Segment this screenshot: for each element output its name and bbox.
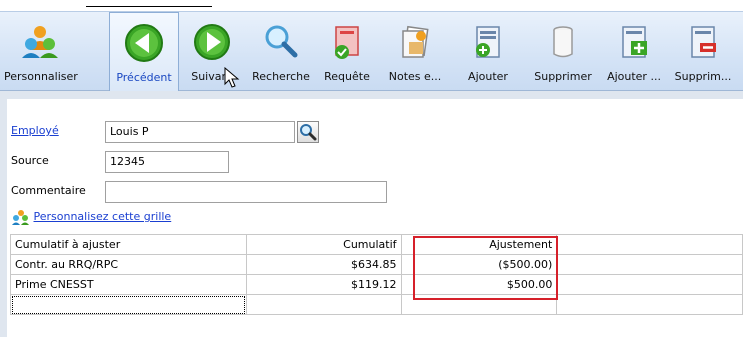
previous-arrow-icon — [125, 24, 163, 62]
source-input[interactable]: 12345 — [105, 151, 229, 173]
add-row-button[interactable]: Ajouter ... — [600, 12, 668, 92]
notes-icon — [402, 25, 429, 58]
notes-button[interactable]: Notes e... — [385, 12, 445, 92]
top-underline — [86, 6, 212, 7]
search-icon — [300, 124, 317, 141]
search-label: Recherche — [252, 70, 310, 83]
query-label: Requête — [324, 70, 370, 83]
table-cell[interactable] — [245, 294, 402, 315]
next-arrow-icon — [194, 24, 230, 60]
toolbar: Personnaliser Précédent Suivant Recherch… — [0, 11, 743, 92]
mouse-cursor-icon — [224, 67, 240, 88]
previous-label: Précédent — [116, 71, 172, 84]
search-button[interactable]: Recherche — [247, 12, 315, 92]
table-cell[interactable]: $634.85 — [245, 254, 402, 275]
previous-button[interactable]: Précédent — [109, 12, 179, 92]
comment-label: Commentaire — [11, 184, 86, 197]
add-row-label: Ajouter ... — [607, 70, 661, 83]
customize-button[interactable]: Personnaliser — [4, 12, 78, 92]
table-row[interactable]: Contr. au RRQ/RPC $634.85 ($500.00) — [10, 254, 743, 275]
delete-button[interactable]: Supprimer — [531, 12, 595, 92]
table-cell[interactable]: $500.00 — [400, 274, 558, 295]
delete-cylinder-icon — [553, 26, 573, 58]
table-row[interactable]: Prime CNESST $119.12 $500.00 — [10, 274, 743, 295]
customize-people-icon — [12, 210, 29, 225]
add-row-icon — [622, 26, 647, 58]
customize-grid-label: Personnalisez cette grille — [33, 210, 172, 223]
delete-row-icon — [691, 26, 716, 58]
add-record-icon — [476, 26, 500, 58]
query-button[interactable]: Requête — [319, 12, 375, 92]
customize-grid-link[interactable]: Personnalisez cette grille — [12, 209, 171, 225]
column-header[interactable]: Ajustement — [400, 234, 558, 255]
delete-label: Supprimer — [534, 70, 592, 83]
add-label: Ajouter — [468, 70, 508, 83]
delete-row-button[interactable]: Supprim... — [670, 12, 736, 92]
employee-link[interactable]: Employé — [11, 124, 59, 137]
table-cell-empty — [556, 254, 743, 275]
source-label: Source — [11, 154, 49, 167]
table-cell[interactable] — [400, 294, 558, 315]
employee-search-button[interactable] — [297, 121, 319, 143]
column-header[interactable]: Cumulatif — [245, 234, 402, 255]
adjustment-grid: Cumulatif à ajuster Cumulatif Ajustement… — [10, 234, 743, 315]
content-left-edge — [0, 91, 7, 337]
table-cell[interactable]: $119.12 — [245, 274, 402, 295]
employee-input[interactable]: Louis P — [105, 121, 295, 143]
table-cell[interactable]: Contr. au RRQ/RPC — [10, 254, 247, 275]
top-strip — [0, 0, 743, 11]
grid-header-row: Cumulatif à ajuster Cumulatif Ajustement — [10, 234, 743, 255]
table-cell-empty — [556, 294, 743, 315]
comment-input[interactable] — [105, 181, 387, 203]
delete-row-label: Supprim... — [674, 70, 732, 83]
table-cell[interactable] — [10, 294, 247, 315]
table-cell[interactable]: ($500.00) — [400, 254, 558, 275]
search-magnifier-icon — [265, 25, 298, 58]
customize-people-icon — [22, 26, 58, 58]
column-header-empty — [556, 234, 743, 255]
table-row-new[interactable] — [10, 294, 743, 315]
table-cell-empty — [556, 274, 743, 295]
add-button[interactable]: Ajouter — [462, 12, 514, 92]
customize-label: Personnaliser — [4, 70, 78, 83]
query-document-icon — [335, 26, 359, 59]
table-cell[interactable]: Prime CNESST — [10, 274, 247, 295]
column-header[interactable]: Cumulatif à ajuster — [10, 234, 247, 255]
content-top-band — [0, 91, 743, 99]
notes-label: Notes e... — [388, 70, 442, 83]
